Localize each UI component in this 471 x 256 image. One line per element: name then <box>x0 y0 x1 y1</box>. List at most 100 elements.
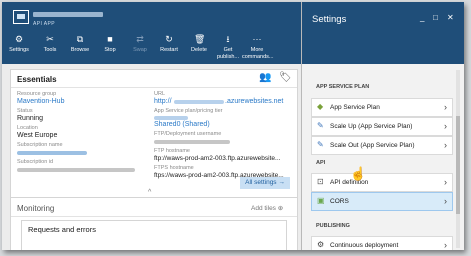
url-host-redacted[interactable] <box>174 100 224 104</box>
ftp-username-label: FTP/Deployment username <box>154 131 222 137</box>
divider <box>11 216 297 217</box>
settings-item-scale-out-app-service-plan[interactable]: ✎ Scale Out (App Service Plan) › <box>311 136 453 155</box>
delete-button[interactable]: 🗑 Delete <box>184 34 214 54</box>
subscription-name-label: Subscription name <box>17 142 63 148</box>
section-heading: API <box>316 160 326 166</box>
app-blade: API APP ⚙ Settings ✂ Tools ⧉ Browse ■ Stop ⇄ Swap… <box>2 2 301 250</box>
browse-button[interactable]: ⧉ Browse <box>65 34 95 54</box>
toolbar-label: Swap <box>133 47 147 53</box>
chevron-right-icon: › <box>444 102 447 112</box>
ftp-hostname-value: ftp://waws-prod-am2-003.ftp.azurewebsite… <box>154 155 281 162</box>
all-settings-button[interactable]: All settings → <box>240 177 290 189</box>
settings-item-label: Scale Out (App Service Plan) <box>330 142 415 149</box>
service-plan-icon: ◆ <box>317 102 324 111</box>
chevron-right-icon: › <box>444 177 447 187</box>
users-icon[interactable]: 👥 <box>259 72 271 83</box>
stop-button[interactable]: ■ Stop <box>95 34 125 54</box>
app-blade-header: API APP ⚙ Settings ✂ Tools ⧉ Browse ■ Stop ⇄ Swap… <box>2 2 301 64</box>
chevron-right-icon: › <box>444 240 447 250</box>
toolbar-label: Stop <box>104 47 116 53</box>
get-publish-button[interactable]: ⭳ Get publish... <box>213 34 243 60</box>
toolbar-label: Delete <box>191 47 207 53</box>
location-value: West Europe <box>17 132 58 139</box>
gear-icon: ⚙ <box>14 34 24 44</box>
chevron-right-icon: › <box>444 140 447 150</box>
scale-out-icon: ✎ <box>317 140 324 149</box>
tag-icon[interactable]: 🏷 <box>279 72 292 83</box>
restart-icon: ↻ <box>165 34 173 44</box>
close-icon[interactable]: ✕ <box>447 13 454 22</box>
ftp-hostname-label: FTP hostname <box>154 148 190 154</box>
chevron-right-icon: › <box>444 196 447 206</box>
settings-button[interactable]: ⚙ Settings <box>4 34 34 54</box>
more-icon: ··· <box>252 34 262 44</box>
more-commands-button[interactable]: ··· More commands... <box>242 34 274 60</box>
swap-button: ⇄ Swap <box>125 34 155 54</box>
url-label: URL <box>154 91 166 97</box>
external-link-icon: ⧉ <box>76 34 84 44</box>
divider <box>11 87 297 88</box>
requests-errors-tile[interactable]: Requests and errors <box>21 220 287 250</box>
resource-group-link[interactable]: Mavention-Hub <box>17 98 64 105</box>
essentials-title: Essentials <box>17 75 57 84</box>
settings-blade: Settings _ □ ✕ APP SERVICE PLAN ◆ App Serv… <box>301 2 464 250</box>
maximize-icon[interactable]: □ <box>433 13 438 22</box>
status-label: Status <box>17 108 33 114</box>
tools-button[interactable]: ✂ Tools <box>35 34 65 54</box>
toolbar-label: Settings <box>9 47 29 53</box>
toolbar-label: More commands... <box>242 47 274 60</box>
scrollbar-thumb[interactable] <box>456 116 460 214</box>
restart-button[interactable]: ↻ Restart <box>154 34 184 54</box>
add-tiles-button[interactable]: Add tiles ⊕ <box>251 204 283 212</box>
plan-name-redacted[interactable] <box>154 116 188 120</box>
settings-item-label: CORS <box>330 198 349 205</box>
chevron-right-icon: › <box>444 121 447 131</box>
settings-item-continuous-deployment[interactable]: ⚙ Continuous deployment › <box>311 236 453 250</box>
app-type-label: API APP <box>33 21 55 27</box>
settings-item-cors[interactable]: ▣ CORS › <box>311 192 453 211</box>
settings-item-label: Scale Up (App Service Plan) <box>330 123 413 130</box>
swap-icon: ⇄ <box>136 34 144 44</box>
plan-label: App Service plan/pricing tier <box>154 108 223 114</box>
ftps-hostname-label: FTPS hostname <box>154 165 194 171</box>
minimize-icon[interactable]: _ <box>420 13 424 22</box>
settings-item-label: Continuous deployment <box>330 242 399 249</box>
api-definition-icon: ⊡ <box>317 177 324 186</box>
settings-title: Settings <box>312 14 347 25</box>
subscription-id-label: Subscription id <box>17 159 54 165</box>
monitoring-panel: Monitoring Add tiles ⊕ Requests and erro… <box>10 197 298 250</box>
toolbar-label: Tools <box>43 47 57 53</box>
toolbar-label: Get publish... <box>216 47 239 60</box>
subscription-id-redacted <box>17 168 135 172</box>
ftp-username-redacted <box>154 140 230 144</box>
wrench-icon: ✂ <box>46 34 54 44</box>
subscription-name-redacted[interactable] <box>17 151 87 155</box>
section-heading: APP SERVICE PLAN <box>316 84 370 90</box>
status-value: Running <box>17 115 44 122</box>
cors-icon: ▣ <box>317 196 325 205</box>
scale-up-icon: ✎ <box>317 121 324 130</box>
trash-icon: 🗑 <box>194 34 206 44</box>
stop-icon: ■ <box>107 34 113 44</box>
collapse-essentials-icon[interactable]: ^ <box>148 189 151 196</box>
settings-item-label: App Service Plan <box>330 104 380 111</box>
url-prefix[interactable]: http:// <box>154 98 172 105</box>
toolbar-label: Browse <box>70 47 90 53</box>
toolbar-label: Restart <box>160 47 178 53</box>
location-label: Location <box>17 125 38 131</box>
hand-cursor-icon: ☝ <box>350 166 367 181</box>
resource-group-label: Resource group <box>17 91 57 97</box>
app-name-redacted <box>33 12 103 17</box>
settings-item-scale-up-app-service-plan[interactable]: ✎ Scale Up (App Service Plan) › <box>311 117 453 136</box>
settings-scrollbar[interactable] <box>456 70 460 248</box>
settings-header: Settings _ □ ✕ <box>302 2 464 64</box>
settings-item-app-service-plan[interactable]: ◆ App Service Plan › <box>311 98 453 117</box>
url-suffix[interactable]: .azurewebsites.net <box>225 98 283 105</box>
plan-tier-link[interactable]: Shared0 (Shared) <box>154 121 210 128</box>
section-heading: PUBLISHING <box>316 223 350 229</box>
settings-item-api-definition[interactable]: ⊡ API definition › <box>311 173 453 192</box>
tile-title: Requests and errors <box>28 225 96 234</box>
portal-window: API APP ⚙ Settings ✂ Tools ⧉ Browse ■ Stop ⇄ Swap… <box>2 2 464 250</box>
api-app-icon <box>13 10 29 24</box>
download-icon: ⭳ <box>226 34 230 44</box>
